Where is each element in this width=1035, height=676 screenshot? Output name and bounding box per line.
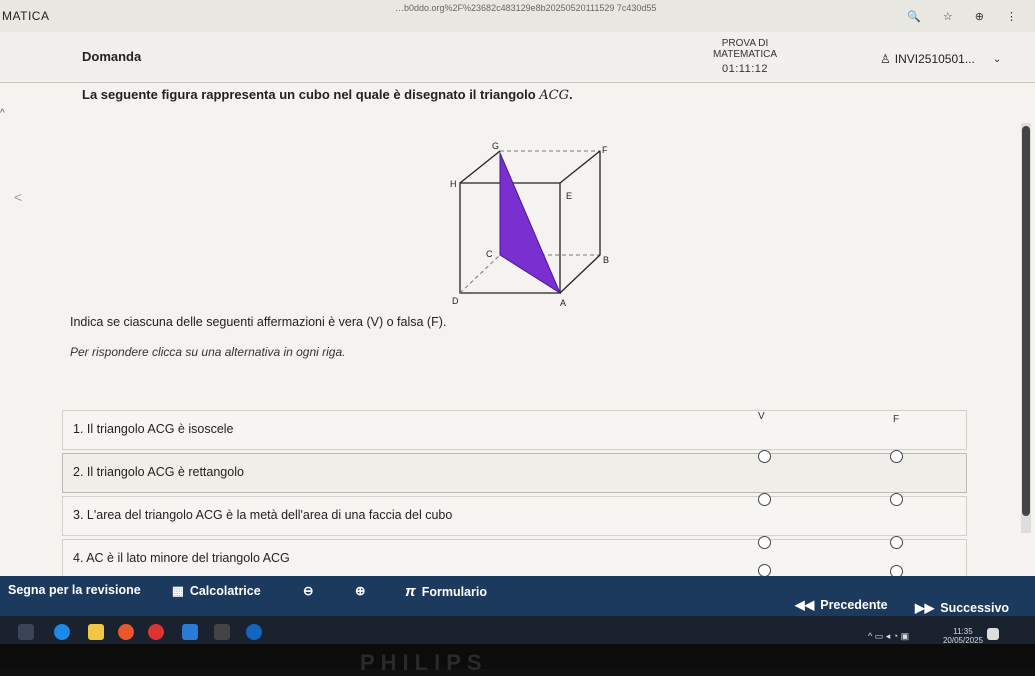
scrollbar[interactable] xyxy=(1021,123,1031,533)
cube-edge-ef xyxy=(559,150,601,184)
os-taskbar: ^ ▭ ◂ ◔ ▣ 11:35 20/05/2025 xyxy=(0,616,1035,645)
column-v-header: V xyxy=(758,411,765,422)
radio-v-2[interactable] xyxy=(758,493,771,506)
zoom-in-icon: ⊕ xyxy=(355,584,366,598)
cube-figure: G F H E C B D A xyxy=(450,141,609,308)
test-info: PROVA DI MATEMATICA 01:11:12 xyxy=(690,38,800,75)
hint: Per rispondere clicca su una alternativa… xyxy=(70,345,346,359)
statement-1: 1. Il triangolo ACG è isoscele xyxy=(73,422,234,436)
zoom-icon[interactable]: 🔍 xyxy=(907,10,921,23)
prompt-triangle: ACG xyxy=(539,88,569,103)
next-label: Successivo xyxy=(940,600,1010,615)
app-header: Domanda PROVA DI MATEMATICA 01:11:12 ♙ I… xyxy=(0,32,1035,83)
prompt-end: . xyxy=(568,87,573,102)
scrollbar-thumb[interactable] xyxy=(1022,126,1030,516)
user-icon: ♙ xyxy=(880,52,891,66)
start-icon[interactable] xyxy=(18,624,34,640)
monitor-bezel: PHILIPS xyxy=(0,644,1035,675)
prompt-text: La seguente figura rappresenta un cubo n… xyxy=(82,87,540,102)
user-menu[interactable]: ♙ INVI2510501... ⌄ xyxy=(880,52,1001,66)
edge-icon[interactable] xyxy=(54,624,70,640)
app-icon[interactable] xyxy=(246,624,262,640)
radio-f-3[interactable] xyxy=(890,536,903,549)
chevron-left-icon[interactable]: < xyxy=(14,189,22,205)
table-row: 1. Il triangolo ACG è isoscele V F xyxy=(62,410,967,450)
chrome-icon[interactable] xyxy=(148,624,164,640)
calculator-button[interactable]: ▦ Calcolatrice xyxy=(172,583,261,599)
folder-icon[interactable] xyxy=(88,624,104,640)
previous-button[interactable]: ◀◀ Precedente xyxy=(795,597,888,613)
triangle-acg xyxy=(499,152,562,295)
radio-f-2[interactable] xyxy=(890,493,903,506)
previous-label: Precedente xyxy=(820,597,888,612)
table-row: 2. Il triangolo ACG è rettangolo xyxy=(62,450,967,493)
formulary-label: Formulario xyxy=(421,584,487,599)
chevron-down-icon: ⌄ xyxy=(992,53,1002,65)
browser-icons: 🔍 ☆ ⊕ ⋮ xyxy=(907,10,1017,23)
label-e: E xyxy=(566,191,572,201)
rewind-icon: ◀◀ xyxy=(795,598,815,612)
review-button[interactable]: Segna per la revisione xyxy=(8,583,141,597)
label-c: C xyxy=(486,249,493,259)
label-a: A xyxy=(560,298,566,308)
column-f-header: F xyxy=(893,414,900,425)
label-f: F xyxy=(602,145,608,155)
timer: 01:11:12 xyxy=(721,63,768,75)
monitor-brand: PHILIPS xyxy=(360,650,488,675)
question-area: ^ < La seguente figura rappresenta un cu… xyxy=(0,83,1035,579)
chevron-up-icon[interactable]: ^ xyxy=(0,108,20,119)
label-h: H xyxy=(450,179,457,189)
side-nav: ^ < xyxy=(0,108,22,205)
next-button[interactable]: ▶▶ Successivo xyxy=(915,600,1010,616)
cube-edge-ab xyxy=(559,254,601,294)
statement-3: 3. L'area del triangolo ACG è la metà de… xyxy=(73,508,453,522)
zoom-out-button[interactable]: ⊖ xyxy=(303,583,313,598)
label-g: G xyxy=(492,141,499,151)
radio-v-3[interactable] xyxy=(758,536,771,549)
instruction: Indica se ciascuna delle seguenti afferm… xyxy=(70,315,447,329)
browser-bar: MATICA …b0ddo.org%2F%23682c483129e8b2025… xyxy=(0,0,1035,32)
firefox-icon[interactable] xyxy=(118,624,134,640)
zoom-out-icon: ⊖ xyxy=(303,584,314,598)
review-label: Segna per la revisione xyxy=(8,583,141,597)
label-d: D xyxy=(452,296,459,306)
zoom-in-button[interactable]: ⊕ xyxy=(355,583,365,598)
radio-f-1[interactable] xyxy=(890,450,903,463)
formulary-button[interactable]: π Formulario xyxy=(405,583,487,600)
notification-icon[interactable] xyxy=(987,628,999,640)
user-id: INVI2510501... xyxy=(894,52,975,66)
answer-table: 1. Il triangolo ACG è isoscele V F 2. Il… xyxy=(62,410,967,582)
question-prompt: La seguente figura rappresenta un cubo n… xyxy=(82,87,573,103)
menu-icon[interactable]: ⋮ xyxy=(1006,10,1017,23)
pi-icon: π xyxy=(405,583,416,600)
address-bar[interactable]: …b0ddo.org%2F%23682c483129e8b20250520111… xyxy=(395,3,656,13)
footer-toolbar: Segna per la revisione ▦ Calcolatrice ⊖ ⊕… xyxy=(0,576,1035,616)
calculator-app-icon[interactable] xyxy=(214,624,230,640)
browser-tab-title[interactable]: MATICA xyxy=(2,9,49,23)
table-row: 3. L'area del triangolo ACG è la metà de… xyxy=(62,493,967,536)
word-icon[interactable] xyxy=(182,624,198,640)
label-b: B xyxy=(603,255,609,265)
extension-icon[interactable]: ⊕ xyxy=(975,10,984,23)
section-title: Domanda xyxy=(82,49,142,64)
fast-forward-icon: ▶▶ xyxy=(915,601,935,615)
cube-edge-dc xyxy=(459,254,501,294)
statement-4: 4. AC è il lato minore del triangolo ACG xyxy=(73,551,290,565)
tray-icons[interactable]: ^ ▭ ◂ ◔ ▣ xyxy=(868,631,909,642)
clock-time: 11:35 xyxy=(953,627,973,636)
calculator-icon: ▦ xyxy=(172,584,184,598)
system-clock[interactable]: 11:35 20/05/2025 xyxy=(943,627,983,645)
statement-2: 2. Il triangolo ACG è rettangolo xyxy=(73,465,244,479)
cube-edge-hg xyxy=(459,150,501,184)
table-row: 4. AC è il lato minore del triangolo ACG xyxy=(62,536,967,579)
star-icon[interactable]: ☆ xyxy=(943,10,953,23)
test-title: PROVA DI MATEMATICA xyxy=(712,38,778,60)
radio-v-1[interactable] xyxy=(758,450,771,463)
calculator-label: Calcolatrice xyxy=(189,583,261,598)
